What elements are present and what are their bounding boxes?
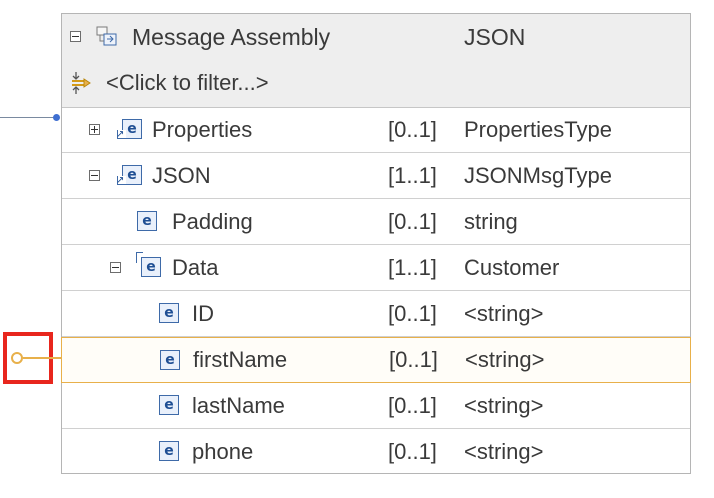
row-cardinality: [0..1] — [389, 347, 438, 372]
filter-row[interactable]: <Click to filter...> — [62, 60, 690, 106]
collapse-icon[interactable] — [70, 31, 81, 42]
element-group-icon: e — [136, 252, 161, 277]
tree-row-lastname[interactable]: e lastName [0..1] <string> — [62, 383, 690, 429]
message-tree: Message Assembly JSON <Click to filter..… — [61, 13, 691, 474]
row-cardinality: [1..1] — [388, 254, 437, 280]
row-cardinality: [1..1] — [388, 162, 437, 188]
tree-row-phone[interactable]: e phone [0..1] <string> — [62, 429, 690, 475]
anchor-circle-handle[interactable] — [11, 352, 23, 364]
row-type: JSONMsgType — [464, 162, 612, 188]
row-type: <string> — [465, 347, 545, 372]
filter-icon — [72, 72, 91, 94]
row-type: <string> — [464, 439, 544, 464]
row-name: ID — [192, 300, 214, 326]
row-type: Customer — [464, 254, 560, 280]
header-title: Message Assembly — [132, 24, 331, 50]
row-name: Properties — [152, 116, 253, 142]
row-name: firstName — [193, 347, 288, 372]
row-cardinality: [0..1] — [388, 392, 437, 418]
tree-row-id[interactable]: e ID [0..1] <string> — [62, 291, 690, 337]
header-title-row[interactable]: Message Assembly JSON — [62, 14, 690, 60]
tree-row-properties[interactable]: e Properties [0..1] PropertiesType — [62, 107, 690, 153]
row-type: PropertiesType — [464, 116, 612, 142]
element-icon: e — [159, 395, 179, 415]
message-assembly-icon — [96, 26, 117, 46]
collapse-icon[interactable] — [110, 262, 121, 273]
connector-line — [0, 117, 56, 118]
anchor-connector-line — [23, 357, 61, 359]
element-icon: e — [137, 211, 157, 231]
collapse-icon[interactable] — [89, 170, 100, 181]
tree-row-data[interactable]: e Data [1..1] Customer — [62, 245, 690, 291]
tree-header: Message Assembly JSON <Click to filter..… — [62, 14, 690, 108]
row-type: <string> — [464, 300, 544, 326]
element-icon: e — [159, 441, 179, 461]
filter-placeholder[interactable]: <Click to filter...> — [106, 60, 269, 106]
row-name: phone — [192, 439, 254, 464]
element-ref-icon: e — [116, 119, 142, 144]
row-cardinality: [0..1] — [388, 439, 437, 464]
tree-row-json[interactable]: e JSON [1..1] JSONMsgType — [62, 153, 690, 199]
element-icon: e — [160, 350, 180, 370]
tree-row-firstname[interactable]: e firstName [0..1] <string> — [61, 337, 691, 383]
tree-row-padding[interactable]: e Padding [0..1] string — [62, 199, 690, 245]
row-type: string — [464, 208, 518, 234]
row-type: <string> — [464, 392, 544, 418]
row-name: Data — [172, 254, 219, 280]
element-icon: e — [159, 303, 179, 323]
header-type: JSON — [464, 24, 526, 50]
row-cardinality: [0..1] — [388, 116, 437, 142]
mapping-editor: Message Assembly JSON <Click to filter..… — [0, 0, 714, 498]
row-name: lastName — [192, 392, 285, 418]
connector-endpoint[interactable] — [53, 114, 60, 121]
row-cardinality: [0..1] — [388, 208, 437, 234]
expand-icon[interactable] — [89, 124, 100, 135]
row-name: JSON — [152, 162, 211, 188]
row-cardinality: [0..1] — [388, 300, 437, 326]
element-ref-icon: e — [116, 165, 142, 190]
row-name: Padding — [172, 208, 253, 234]
